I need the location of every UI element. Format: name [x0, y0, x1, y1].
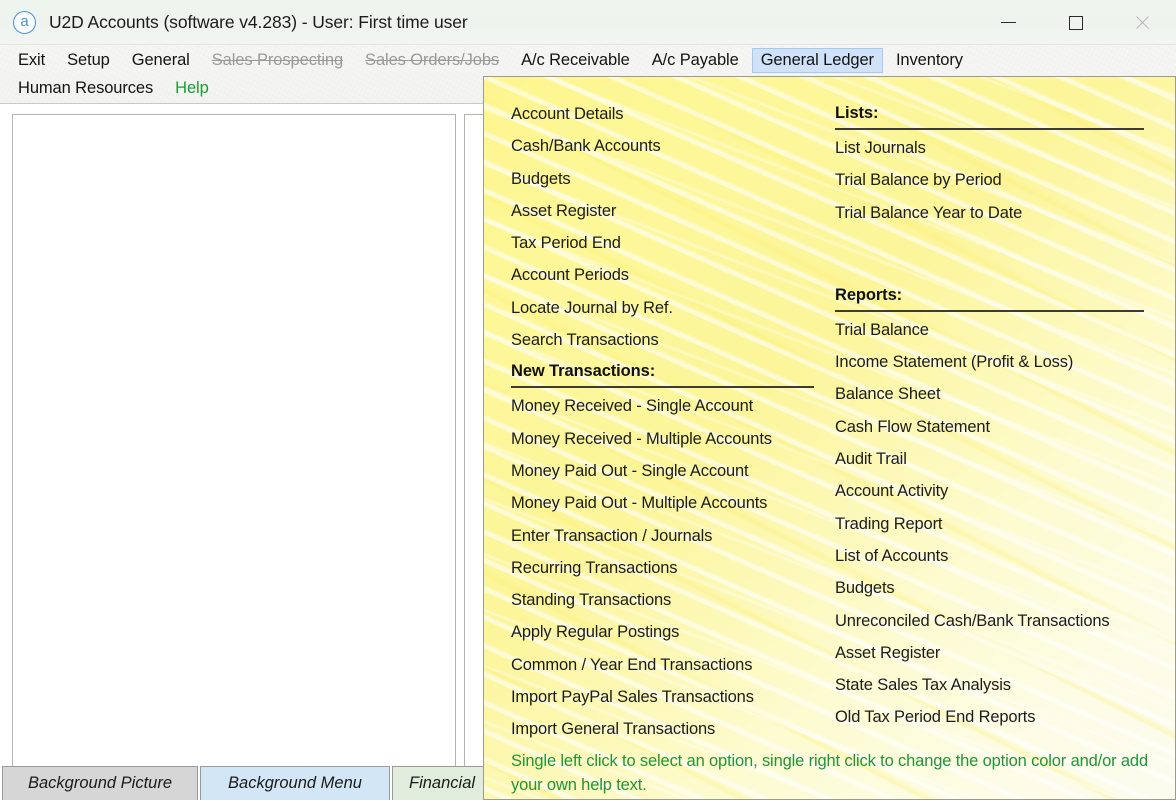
dropdown-item-list-of-accounts[interactable]: List of Accounts: [835, 540, 1146, 572]
menu-item-human-resources[interactable]: Human Resources: [9, 76, 162, 101]
dropdown-item-account-activity[interactable]: Account Activity: [835, 475, 1146, 507]
workspace-panel-left: [12, 114, 456, 768]
dropdown-spacer: [835, 263, 1146, 280]
dropdown-section-header-new-transactions: New Transactions:: [511, 362, 656, 381]
dropdown-section-rule: [511, 386, 814, 389]
tab-label: Background Menu: [228, 774, 362, 792]
dropdown-item-standing-transactions[interactable]: Standing Transactions: [511, 584, 816, 616]
dropdown-item-money-paid-out-multiple-accounts[interactable]: Money Paid Out - Multiple Accounts: [511, 487, 816, 519]
dropdown-item-search-transactions[interactable]: Search Transactions: [511, 324, 816, 356]
dropdown-item-trial-balance[interactable]: Trial Balance: [835, 314, 1146, 346]
dropdown-item-trial-balance-year-to-date[interactable]: Trial Balance Year to Date: [835, 197, 1146, 229]
dropdown-item-apply-regular-postings[interactable]: Apply Regular Postings: [511, 616, 816, 648]
menu-row-1: Exit Setup General Sales Prospecting Sales O…: [0, 46, 1176, 74]
menu-item-general[interactable]: General: [123, 48, 199, 73]
dropdown-item-list-journals[interactable]: List Journals: [835, 132, 1146, 164]
dropdown-item-cash-bank-accounts[interactable]: Cash/Bank Accounts: [511, 130, 816, 162]
dropdown-item-budgets[interactable]: Budgets: [835, 572, 1146, 604]
dropdown-item-balance-sheet[interactable]: Balance Sheet: [835, 378, 1146, 410]
dropdown-item-trial-balance-by-period[interactable]: Trial Balance by Period: [835, 164, 1146, 196]
dropdown-section-header-reports: Reports:: [835, 285, 903, 304]
dropdown-item-recurring-transactions[interactable]: Recurring Transactions: [511, 552, 816, 584]
title-bar: a U2D Accounts (software v4.283) - User:…: [0, 0, 1176, 45]
menu-item-a-c-receivable[interactable]: A/c Receivable: [512, 48, 639, 73]
dropdown-section-header-lists: Lists:: [835, 104, 879, 122]
menu-item-setup[interactable]: Setup: [58, 48, 119, 73]
dropdown-item-import-paypal-sales-transactions[interactable]: Import PayPal Sales Transactions: [511, 681, 816, 713]
close-icon: [1134, 14, 1151, 31]
dropdown-item-unreconciled-cash-bank-transactions[interactable]: Unreconciled Cash/Bank Transactions: [835, 605, 1146, 637]
general-ledger-dropdown-menu: Account Details Cash/Bank Accounts Budgets…: [483, 76, 1176, 800]
application-window: a U2D Accounts (software v4.283) - User:…: [0, 0, 1176, 800]
dropdown-item-account-details[interactable]: Account Details: [511, 98, 816, 130]
dropdown-item-import-general-transactions[interactable]: Import General Transactions: [511, 713, 816, 745]
menu-item-inventory[interactable]: Inventory: [887, 48, 972, 73]
dropdown-item-state-sales-tax-analysis[interactable]: State Sales Tax Analysis: [835, 669, 1146, 701]
window-controls: [975, 0, 1176, 45]
window-title: U2D Accounts (software v4.283) - User: F…: [49, 11, 468, 32]
close-button[interactable]: [1109, 0, 1176, 45]
dropdown-item-cash-flow-statement[interactable]: Cash Flow Statement: [835, 411, 1146, 443]
dropdown-section-rule: [835, 128, 1144, 130]
dropdown-left-column: Account Details Cash/Bank Accounts Budgets…: [511, 98, 816, 746]
dropdown-item-account-periods[interactable]: Account Periods: [511, 259, 816, 291]
app-circle-a-icon: a: [13, 10, 36, 34]
dropdown-item-money-received-multiple-accounts[interactable]: Money Received - Multiple Accounts: [511, 423, 816, 455]
dropdown-help-text: Single left click to select an option, s…: [511, 752, 1148, 794]
dropdown-item-enter-transaction-journals[interactable]: Enter Transaction / Journals: [511, 520, 816, 552]
dropdown-item-common-year-end-transactions[interactable]: Common / Year End Transactions: [511, 649, 816, 681]
dropdown-spacer: [835, 246, 1146, 263]
minimize-icon: [1001, 22, 1016, 23]
dropdown-item-locate-journal-by-ref[interactable]: Locate Journal by Ref.: [511, 292, 816, 324]
dropdown-item-audit-trail[interactable]: Audit Trail: [835, 443, 1146, 475]
menu-item-a-c-payable[interactable]: A/c Payable: [643, 48, 748, 73]
tab-label: Background Picture: [28, 774, 172, 792]
maximize-button[interactable]: [1042, 0, 1109, 45]
dropdown-item-money-paid-out-single-account[interactable]: Money Paid Out - Single Account: [511, 455, 816, 487]
dropdown-item-budgets[interactable]: Budgets: [511, 163, 816, 195]
dropdown-item-trading-report[interactable]: Trading Report: [835, 508, 1146, 540]
menu-item-general-ledger[interactable]: General Ledger: [751, 47, 883, 73]
dropdown-item-asset-register[interactable]: Asset Register: [511, 195, 816, 227]
tab-background-menu[interactable]: Background Menu: [200, 766, 390, 800]
dropdown-item-old-tax-period-end-reports[interactable]: Old Tax Period End Reports: [835, 701, 1146, 733]
dropdown-item-income-statement-profit-loss[interactable]: Income Statement (Profit & Loss): [835, 346, 1146, 378]
dropdown-item-tax-period-end[interactable]: Tax Period End: [511, 227, 816, 259]
menu-item-help[interactable]: Help: [166, 76, 218, 101]
menu-item-exit[interactable]: Exit: [9, 48, 54, 73]
dropdown-right-column: Lists: List Journals Trial Balance by Peri…: [835, 98, 1146, 734]
dropdown-section-rule: [835, 309, 1144, 312]
dropdown-spacer: [835, 229, 1146, 246]
minimize-button[interactable]: [975, 0, 1042, 45]
dropdown-item-asset-register[interactable]: Asset Register: [835, 637, 1146, 669]
menu-item-sales-prospecting: Sales Prospecting: [211, 50, 344, 69]
dropdown-item-money-received-single-account[interactable]: Money Received - Single Account: [511, 390, 816, 422]
menu-item-sales-orders-jobs: Sales Orders/Jobs: [365, 50, 500, 69]
tab-background-picture[interactable]: Background Picture: [2, 766, 198, 800]
tab-label: Financial: [409, 774, 476, 792]
maximize-icon: [1068, 15, 1083, 30]
